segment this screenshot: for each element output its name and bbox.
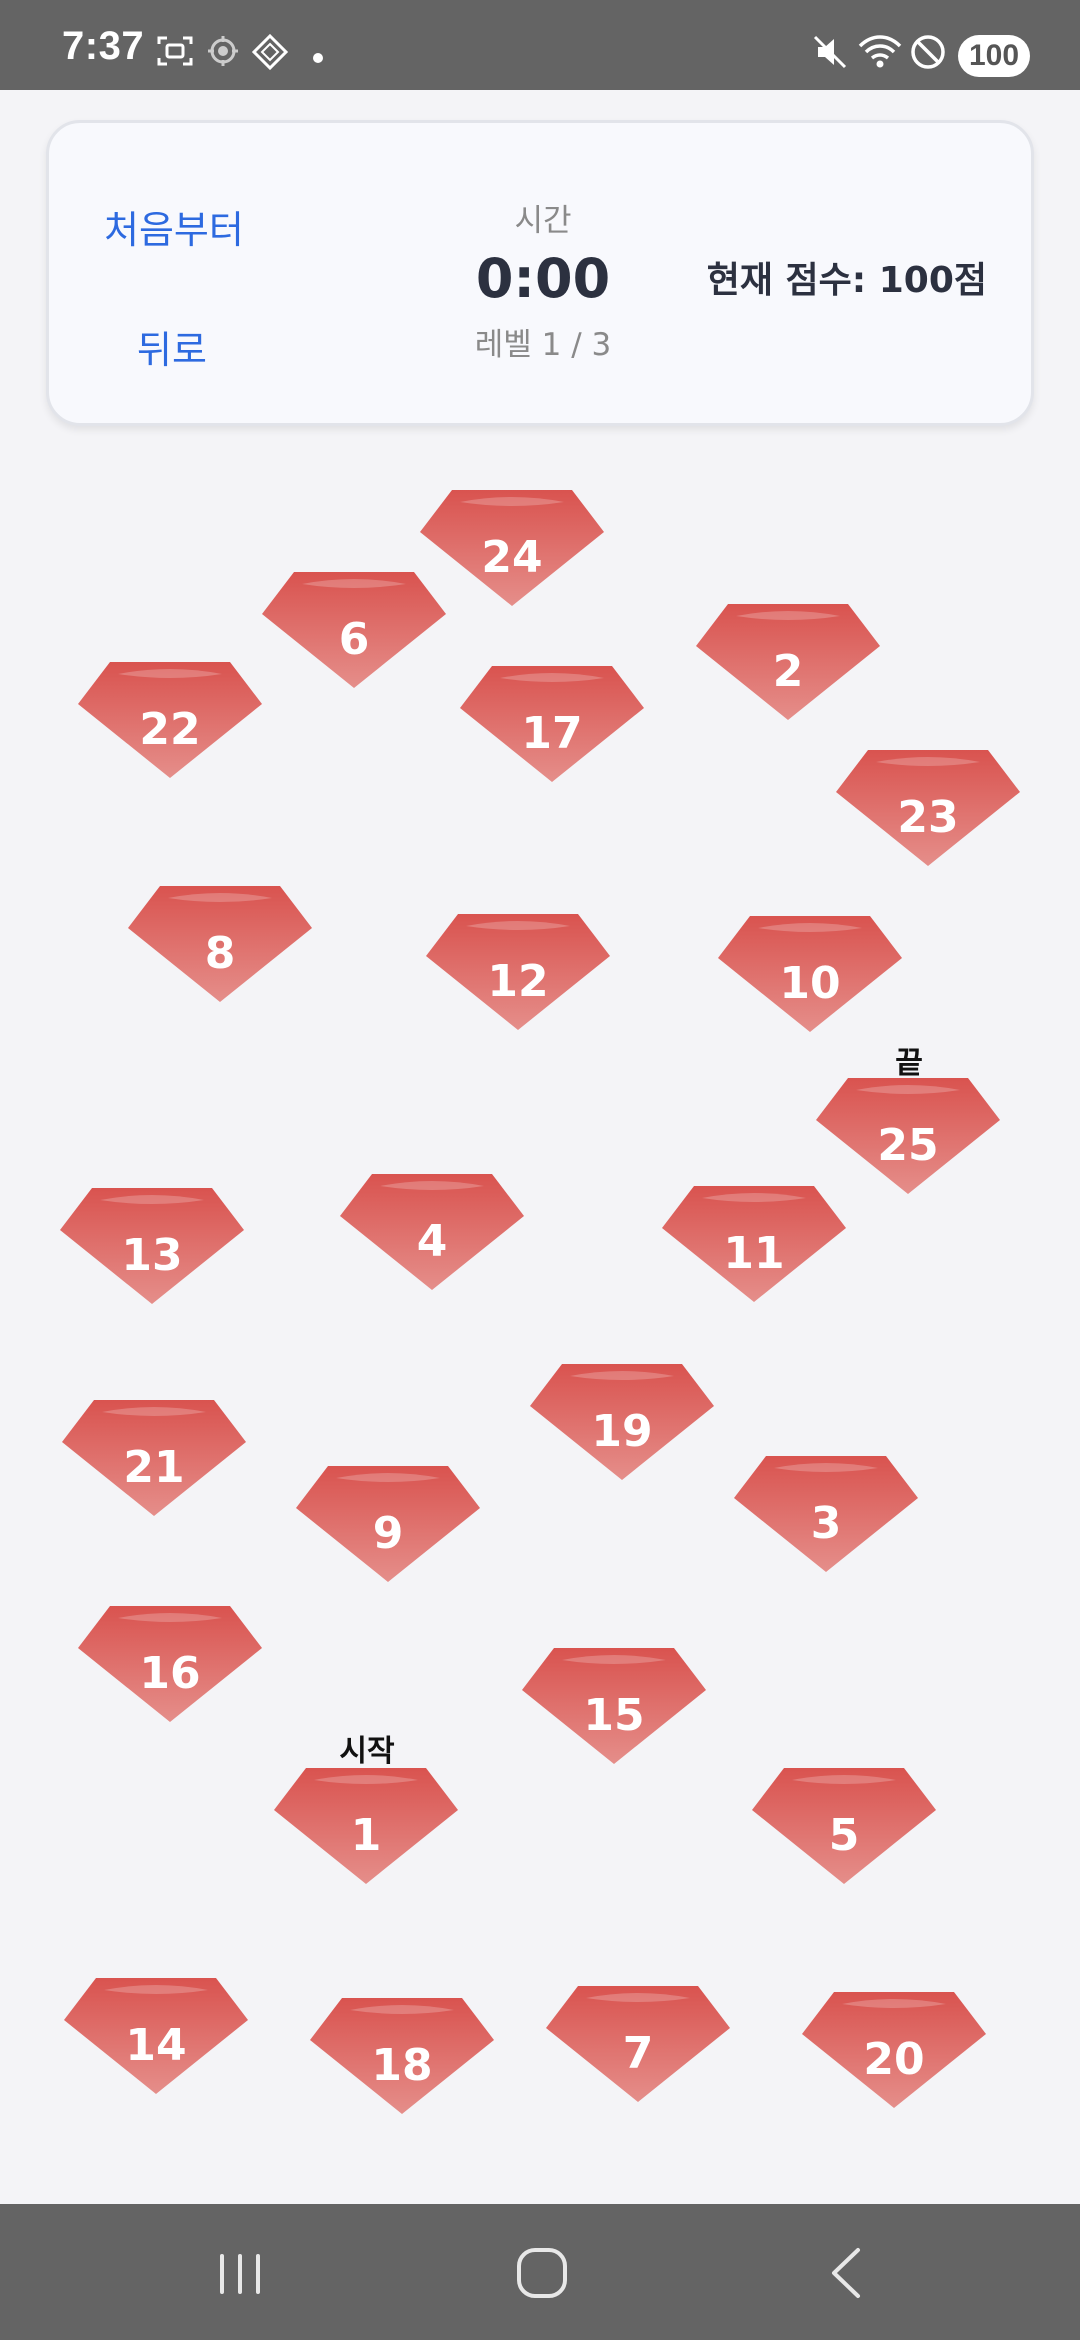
status-time: 7:37 <box>62 24 145 68</box>
gem-20[interactable]: 20 <box>802 1990 986 2108</box>
gem-22[interactable]: 22 <box>78 660 262 778</box>
gem-3[interactable]: 3 <box>734 1454 918 1572</box>
gem-number: 15 <box>583 1690 645 1741</box>
mute-icon <box>813 35 847 69</box>
recents-icon[interactable] <box>190 2238 290 2308</box>
gem-number: 16 <box>139 1648 201 1699</box>
app-icon <box>252 34 288 70</box>
gem-number: 24 <box>481 532 543 583</box>
gem-23[interactable]: 23 <box>836 748 1020 866</box>
gem-number: 10 <box>779 958 841 1009</box>
gem-number: 11 <box>723 1228 785 1279</box>
start-label: 시작 <box>339 1734 395 1769</box>
wifi-icon <box>858 35 902 68</box>
game-header-card: 처음부터 뒤로 시간 0:00 레벨 1 / 3 현재 점수: 100점 <box>46 120 1034 426</box>
current-score: 현재 점수: 100점 <box>706 260 987 301</box>
gem-19[interactable]: 19 <box>530 1362 714 1480</box>
gem-number: 17 <box>521 708 583 759</box>
gem-16[interactable]: 16 <box>78 1604 262 1722</box>
gem-12[interactable]: 12 <box>426 912 610 1030</box>
back-icon[interactable] <box>794 2238 894 2308</box>
gem-9[interactable]: 9 <box>296 1464 480 1582</box>
navigation-bar <box>0 2204 1080 2340</box>
gem-11[interactable]: 11 <box>662 1184 846 1302</box>
gem-18[interactable]: 18 <box>310 1996 494 2114</box>
screenshot-icon <box>157 36 193 66</box>
status-bar: 7:37 100 <box>0 0 1080 90</box>
gem-number: 2 <box>772 646 804 697</box>
gem-number: 5 <box>828 1810 860 1861</box>
gem-number: 7 <box>622 2028 654 2079</box>
gem-6[interactable]: 6 <box>262 570 446 688</box>
time-caption: 시간 <box>514 203 572 239</box>
gem-number: 1 <box>350 1810 382 1861</box>
gem-number: 25 <box>877 1120 939 1171</box>
gem-14[interactable]: 14 <box>64 1976 248 2094</box>
gem-5[interactable]: 5 <box>752 1766 936 1884</box>
gem-2[interactable]: 2 <box>696 602 880 720</box>
gem-4[interactable]: 4 <box>340 1172 524 1290</box>
dnd-icon <box>911 35 945 69</box>
gem-number: 22 <box>139 704 201 755</box>
gem-number: 3 <box>810 1498 842 1549</box>
gem-number: 21 <box>123 1442 185 1493</box>
gem-1[interactable]: 1 <box>274 1766 458 1884</box>
location-icon <box>208 36 238 66</box>
gem-21[interactable]: 21 <box>62 1398 246 1516</box>
gem-number: 18 <box>371 2040 433 2091</box>
gem-7[interactable]: 7 <box>546 1984 730 2102</box>
gem-number: 13 <box>121 1230 183 1281</box>
gem-number: 14 <box>125 2020 187 2071</box>
gem-number: 9 <box>372 1508 404 1559</box>
level-indicator: 레벨 1 / 3 <box>474 327 612 363</box>
gem-number: 8 <box>204 928 236 979</box>
gem-15[interactable]: 15 <box>522 1646 706 1764</box>
gem-number: 20 <box>863 2034 925 2085</box>
gem-13[interactable]: 13 <box>60 1186 244 1304</box>
gem-number: 23 <box>897 792 959 843</box>
gem-number: 19 <box>591 1406 653 1457</box>
gem-10[interactable]: 10 <box>718 914 902 1032</box>
battery-indicator: 100 <box>958 35 1030 77</box>
gem-17[interactable]: 17 <box>460 664 644 782</box>
gem-25[interactable]: 25 <box>816 1076 1000 1194</box>
home-icon[interactable] <box>492 2238 592 2308</box>
gem-number: 6 <box>338 614 370 665</box>
gem-number: 12 <box>487 956 549 1007</box>
gem-number: 4 <box>416 1216 448 1267</box>
end-label: 끝 <box>895 1046 923 1081</box>
gem-8[interactable]: 8 <box>128 884 312 1002</box>
dot-icon <box>313 53 323 63</box>
gem-24[interactable]: 24 <box>420 488 604 606</box>
